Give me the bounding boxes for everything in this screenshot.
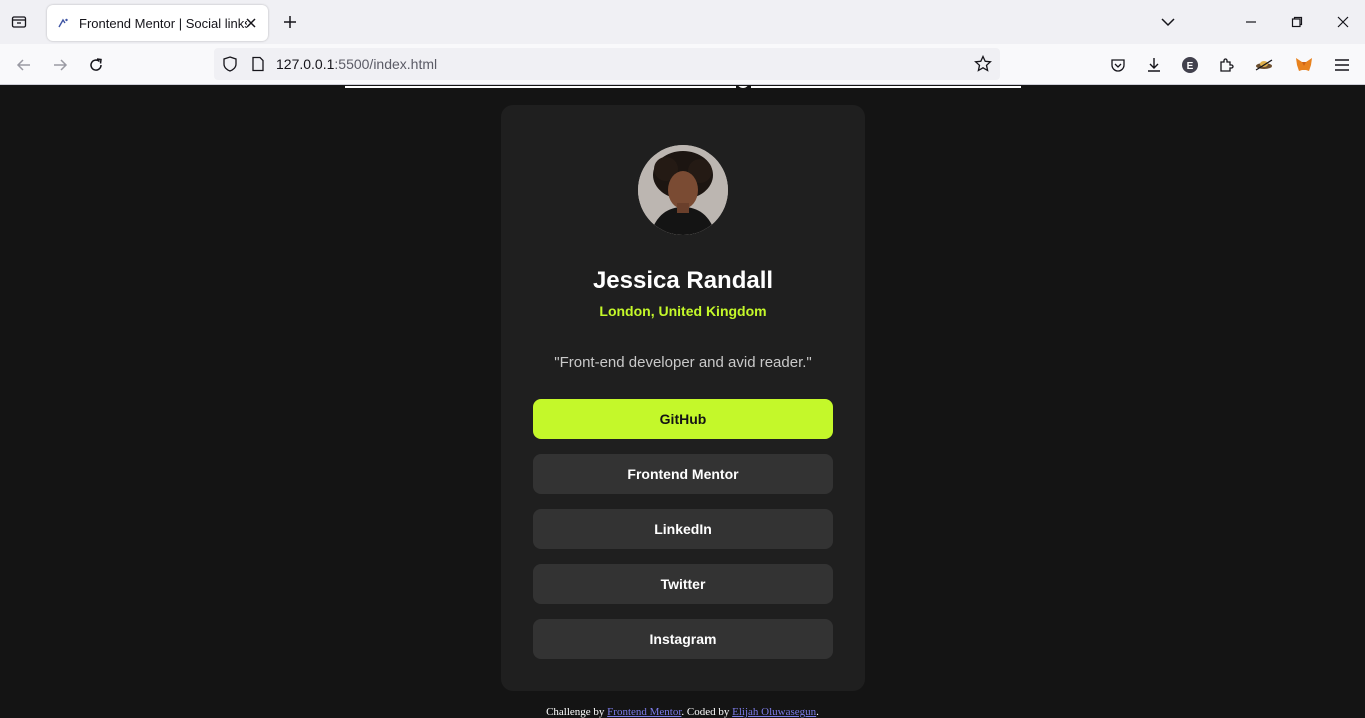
avatar	[638, 145, 728, 235]
active-tab[interactable]: Frontend Mentor | Social links profile	[47, 5, 268, 41]
github-link-button[interactable]: GitHub	[533, 399, 833, 439]
footer-middle: . Coded by	[681, 706, 733, 718]
page-info-icon[interactable]	[250, 56, 266, 72]
pocket-icon[interactable]	[1107, 54, 1129, 76]
minimize-icon[interactable]	[1240, 11, 1262, 33]
profile-card: Jessica Randall London, United Kingdom "…	[501, 105, 865, 691]
browser-nav-bar: 127.0.0.1:5500/index.html E	[0, 44, 1365, 85]
url-text: 127.0.0.1:5500/index.html	[276, 56, 437, 72]
profile-bio: "Front-end developer and avid reader."	[554, 354, 812, 371]
browser-tab-bar: Frontend Mentor | Social links profile	[0, 0, 1365, 44]
reload-icon[interactable]	[84, 53, 108, 77]
tracking-protection-shield-icon[interactable]	[222, 56, 238, 72]
frontend-mentor-link-button[interactable]: Frontend Mentor	[533, 454, 833, 494]
frontend-mentor-favicon-icon	[57, 17, 69, 29]
downloads-icon[interactable]	[1143, 54, 1165, 76]
extension-e-icon[interactable]: E	[1179, 54, 1201, 76]
close-window-icon[interactable]	[1332, 11, 1354, 33]
url-path: :5500/index.html	[334, 56, 438, 72]
attribution-footer: Challenge by Frontend Mentor. Coded by E…	[0, 706, 1365, 718]
extension-ufo-icon[interactable]	[1253, 54, 1275, 76]
extensions-puzzle-icon[interactable]	[1215, 54, 1237, 76]
svg-text:E: E	[1187, 61, 1194, 72]
profile-name: Jessica Randall	[592, 267, 774, 294]
twitter-link-button[interactable]: Twitter	[533, 564, 833, 604]
profile-location: London, United Kingdom	[599, 303, 767, 319]
author-footer-link[interactable]: Elijah Oluwasegun	[732, 706, 816, 718]
footer-suffix: .	[816, 706, 819, 718]
app-menu-hamburger-icon[interactable]	[1331, 54, 1353, 76]
address-bar[interactable]: 127.0.0.1:5500/index.html	[214, 48, 1000, 80]
restore-icon[interactable]	[1286, 11, 1308, 33]
close-tab-icon[interactable]	[242, 14, 260, 32]
tab-title: Frontend Mentor | Social links profile	[79, 15, 247, 31]
frontend-mentor-footer-link[interactable]: Frontend Mentor	[607, 706, 681, 718]
metamask-fox-icon[interactable]	[1293, 54, 1315, 76]
forward-arrow-icon[interactable]	[48, 53, 72, 77]
instagram-link-button[interactable]: Instagram	[533, 619, 833, 659]
new-tab-icon[interactable]	[279, 11, 301, 33]
list-all-tabs-icon[interactable]	[1157, 11, 1179, 33]
bookmark-star-icon[interactable]	[974, 55, 992, 73]
page-viewport: Jessica Randall London, United Kingdom "…	[0, 86, 1365, 718]
footer-prefix: Challenge by	[546, 706, 608, 718]
overlay-line-left	[345, 86, 736, 88]
tab-list-icon[interactable]	[8, 11, 30, 33]
back-arrow-icon[interactable]	[12, 53, 36, 77]
overlay-line-right	[751, 86, 1021, 88]
url-host: 127.0.0.1	[276, 56, 335, 72]
linkedin-link-button[interactable]: LinkedIn	[533, 509, 833, 549]
overlay-marker	[737, 86, 749, 88]
